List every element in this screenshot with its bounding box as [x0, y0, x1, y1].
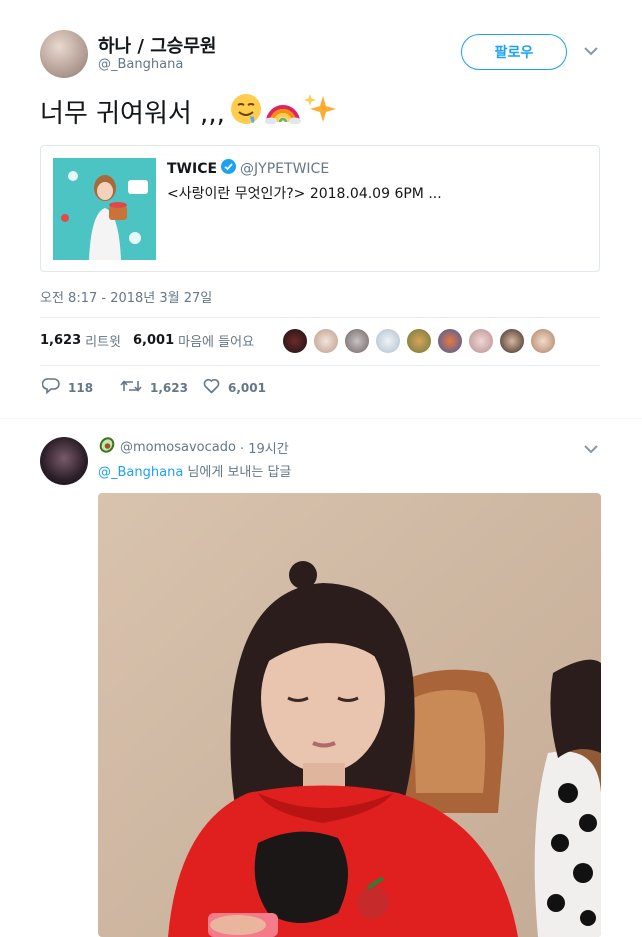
- heart-icon: [203, 378, 220, 397]
- quoted-author-handle: @JYPETWICE: [240, 160, 330, 177]
- rainbow-icon: [264, 94, 301, 128]
- author-name[interactable]: 하나 / 그승무원: [98, 32, 216, 58]
- quoted-tweet-header: TWICE @JYPETWICE: [167, 159, 329, 178]
- retweets-count[interactable]: 1,623: [40, 333, 81, 348]
- liker-avatar[interactable]: [530, 328, 556, 354]
- liker-avatar[interactable]: [468, 328, 494, 354]
- tweet-text: 너무 귀여워서 ,,,: [40, 98, 225, 129]
- liker-avatar[interactable]: [313, 328, 339, 354]
- liker-avatar[interactable]: [437, 328, 463, 354]
- divider: [40, 317, 600, 318]
- reply-header: @momosavocado · 19시간: [98, 436, 289, 458]
- liker-avatar[interactable]: [282, 328, 308, 354]
- replying-to-suffix: 님에게 보내는 답글: [183, 465, 292, 480]
- like-count: 6,001: [228, 380, 266, 395]
- chevron-down-icon[interactable]: [584, 44, 598, 60]
- replying-to-handle-link[interactable]: @_Banghana: [98, 465, 183, 480]
- stats-row: 1,623 리트윗 6,001 마음에 들어요: [40, 331, 254, 350]
- reply-author-handle[interactable]: @momosavocado: [120, 440, 236, 455]
- verified-badge-icon: [221, 159, 237, 178]
- likes-count[interactable]: 6,001: [133, 333, 174, 348]
- follow-button[interactable]: 팔로우: [461, 34, 567, 70]
- retweet-action[interactable]: 1,623: [120, 378, 188, 397]
- likes-label[interactable]: 마음에 들어요: [178, 331, 254, 350]
- tweet-timestamp[interactable]: 오전 8:17 - 2018년 3월 27일: [40, 287, 212, 306]
- tweet-text-line: 너무 귀여워서 ,,,: [40, 92, 337, 130]
- like-action[interactable]: 6,001: [203, 378, 266, 397]
- chevron-down-icon[interactable]: [584, 442, 598, 458]
- reply-media-image[interactable]: [98, 493, 601, 937]
- reply-count: 118: [68, 380, 94, 395]
- liker-avatars: [282, 328, 556, 354]
- liker-avatar[interactable]: [499, 328, 525, 354]
- reply-author-avatar[interactable]: [40, 437, 88, 485]
- replying-to: @_Banghana 님에게 보내는 답글: [98, 461, 291, 480]
- quoted-tweet-text: <사랑이란 무엇인가?> 2018.04.09 6PM ...: [167, 186, 442, 202]
- retweets-label[interactable]: 리트윗: [85, 331, 121, 350]
- reply-action[interactable]: 118: [41, 378, 94, 397]
- avocado-icon: [98, 436, 116, 458]
- quoted-tweet-thumbnail: [53, 158, 156, 260]
- retweet-count: 1,623: [150, 380, 188, 395]
- reply-time[interactable]: · 19시간: [240, 438, 289, 457]
- liker-avatar[interactable]: [375, 328, 401, 354]
- author-handle[interactable]: @_Banghana: [98, 57, 183, 72]
- reply-icon: [41, 378, 60, 397]
- quoted-tweet-card[interactable]: TWICE @JYPETWICE <사랑이란 무엇인가?> 2018.04.09…: [40, 145, 600, 272]
- quoted-author-name: TWICE: [167, 160, 218, 177]
- liker-avatar[interactable]: [344, 328, 370, 354]
- reply-separator: [0, 418, 642, 419]
- sparkles-icon: [303, 92, 337, 130]
- liker-avatar[interactable]: [406, 328, 432, 354]
- author-avatar[interactable]: [40, 30, 88, 78]
- drooling-face-icon: [229, 92, 263, 130]
- divider: [40, 365, 600, 366]
- retweet-icon: [120, 378, 142, 397]
